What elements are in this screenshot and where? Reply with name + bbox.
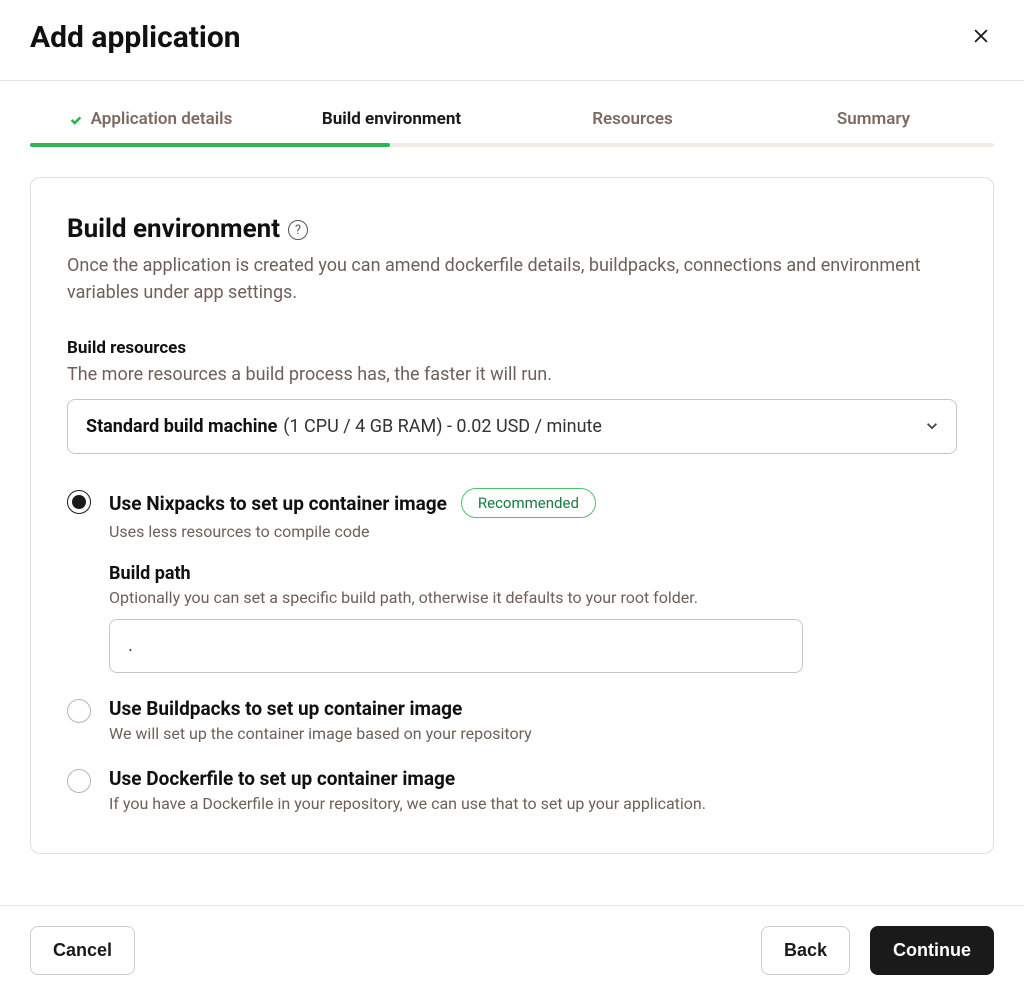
check-icon [69, 112, 83, 126]
modal-title: Add application [30, 20, 241, 55]
build-resources-description: The more resources a build process has, … [67, 364, 957, 385]
step-resources[interactable]: Resources [512, 109, 753, 147]
option-nixpacks-content: Use Nixpacks to set up container image R… [109, 488, 957, 673]
section-description: Once the application is created you can … [67, 252, 957, 306]
recommended-badge: Recommended [461, 488, 596, 518]
step-label: Build environment [322, 109, 461, 129]
cancel-button[interactable]: Cancel [30, 926, 135, 975]
option-description: Uses less resources to compile code [109, 522, 957, 541]
radio-nixpacks[interactable] [67, 490, 91, 514]
step-label: Summary [837, 109, 910, 129]
content: Build environment ? Once the application… [0, 147, 1024, 854]
close-icon [972, 27, 990, 48]
step-application-details[interactable]: Application details [30, 109, 271, 147]
step-summary[interactable]: Summary [753, 109, 994, 147]
option-dockerfile-title-row: Use Dockerfile to set up container image [109, 767, 957, 790]
build-environment-card: Build environment ? Once the application… [30, 177, 994, 854]
back-button[interactable]: Back [761, 926, 850, 975]
option-title: Use Dockerfile to set up container image [109, 767, 455, 790]
footer: Cancel Back Continue [0, 905, 1024, 995]
option-nixpacks: Use Nixpacks to set up container image R… [67, 488, 957, 673]
select-value-bold: Standard build machine [86, 416, 277, 437]
step-build-environment[interactable]: Build environment [271, 109, 512, 147]
option-nixpacks-title-row: Use Nixpacks to set up container image R… [109, 488, 957, 518]
help-icon[interactable]: ? [288, 220, 308, 240]
build-resources-title: Build resources [67, 338, 957, 358]
build-machine-select[interactable]: Standard build machine (1 CPU / 4 GB RAM… [67, 399, 957, 454]
footer-right: Back Continue [761, 926, 994, 975]
option-title: Use Nixpacks to set up container image [109, 492, 447, 515]
section-header: Build environment ? [67, 214, 957, 244]
build-path-section: Build path Optionally you can set a spec… [109, 563, 957, 673]
build-path-description: Optionally you can set a specific build … [109, 588, 957, 607]
radio-buildpacks[interactable] [67, 699, 91, 723]
build-path-title: Build path [109, 563, 957, 584]
close-button[interactable] [968, 23, 994, 52]
step-label: Resources [592, 109, 673, 129]
modal-header: Add application [0, 0, 1024, 80]
option-buildpacks-content: Use Buildpacks to set up container image… [109, 697, 957, 743]
option-dockerfile: Use Dockerfile to set up container image… [67, 767, 957, 813]
build-path-input[interactable] [109, 619, 803, 673]
option-buildpacks-title-row: Use Buildpacks to set up container image [109, 697, 957, 720]
option-dockerfile-content: Use Dockerfile to set up container image… [109, 767, 957, 813]
step-label: Application details [91, 109, 233, 129]
header-divider [0, 80, 1024, 81]
select-value-rest: (1 CPU / 4 GB RAM) - 0.02 USD / minute [283, 416, 602, 437]
continue-button[interactable]: Continue [870, 926, 994, 975]
option-buildpacks: Use Buildpacks to set up container image… [67, 697, 957, 743]
build-machine-select-wrap: Standard build machine (1 CPU / 4 GB RAM… [67, 399, 957, 454]
build-method-radio-group: Use Nixpacks to set up container image R… [67, 488, 957, 813]
radio-dockerfile[interactable] [67, 769, 91, 793]
stepper: Application details Build environment Re… [0, 109, 1024, 147]
section-title: Build environment [67, 214, 280, 244]
option-description: We will set up the container image based… [109, 724, 957, 743]
option-description: If you have a Dockerfile in your reposit… [109, 794, 957, 813]
option-title: Use Buildpacks to set up container image [109, 697, 462, 720]
